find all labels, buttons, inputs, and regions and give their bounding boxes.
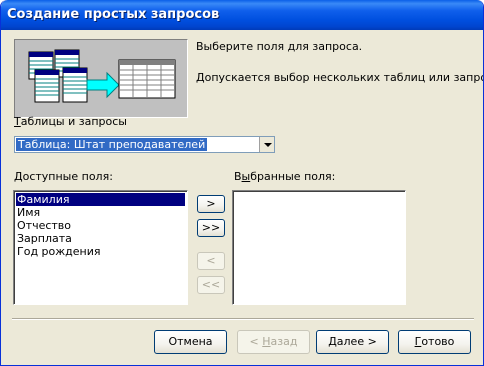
remove-all-fields-button[interactable]: << [197, 276, 225, 294]
next-button[interactable]: Далее > [316, 330, 389, 354]
back-button-prefix: < [249, 335, 263, 348]
list-item[interactable]: Имя [16, 206, 185, 219]
selected-label-text: бранные поля: [250, 170, 336, 183]
selected-fields-label: Выбранные поля: [234, 170, 335, 183]
tables-queries-dropdown[interactable]: Таблица: Штат преподавателей [14, 136, 275, 153]
add-all-fields-button[interactable]: >> [197, 219, 225, 237]
simple-query-wizard-window: Создание простых запросов Выберите поля … [0, 0, 484, 366]
available-fields-label: Доступные поля: [14, 170, 113, 183]
back-button-text: азад [270, 335, 298, 348]
available-fields-list[interactable]: Фамилия Имя Отчество Зарплата Год рожден… [13, 190, 188, 305]
back-button-accelerator: Н [262, 335, 271, 348]
available-label-accelerator: Д [14, 170, 23, 183]
add-field-button[interactable]: > [197, 195, 225, 213]
multi-table-hint-text: Допускается выбор нескольких таблиц или … [196, 71, 484, 84]
window-title: Создание простых запросов [7, 7, 220, 22]
list-item[interactable]: Отчество [16, 219, 185, 232]
selected-label-prefix: В [234, 170, 242, 183]
title-bar[interactable]: Создание простых запросов [1, 0, 483, 30]
chevron-down-icon[interactable] [259, 137, 274, 152]
selected-label-accelerator: ы [241, 170, 251, 183]
cancel-button[interactable]: Отмена [154, 330, 227, 354]
instruction-text: Выберите поля для запроса. [196, 40, 363, 53]
remove-field-button[interactable]: < [197, 252, 225, 270]
finish-button-text: отово [421, 335, 455, 348]
available-label-text: оступные поля: [22, 170, 113, 183]
tables-to-query-illustration [14, 39, 188, 118]
illustration-graphic [28, 49, 176, 103]
next-button-accelerator: Д [328, 335, 337, 348]
tables-queries-label: Таблицы и запросы [14, 115, 127, 128]
selected-fields-list[interactable] [232, 190, 406, 305]
list-item[interactable]: Год рождения [16, 245, 185, 258]
button-separator [12, 318, 474, 320]
tables-label-text: аблицы и запросы [20, 115, 127, 128]
list-item[interactable]: Фамилия [16, 193, 185, 206]
back-button[interactable]: < Назад [237, 330, 310, 354]
wizard-client-area: Выберите поля для запроса. Допускается в… [4, 30, 483, 362]
finish-button[interactable]: Готово [398, 330, 471, 354]
list-item[interactable]: Зарплата [16, 232, 185, 245]
next-button-text: алее > [336, 335, 377, 348]
tables-label-accelerator: Т [14, 115, 21, 128]
dropdown-selected-value: Таблица: Штат преподавателей [14, 137, 209, 152]
